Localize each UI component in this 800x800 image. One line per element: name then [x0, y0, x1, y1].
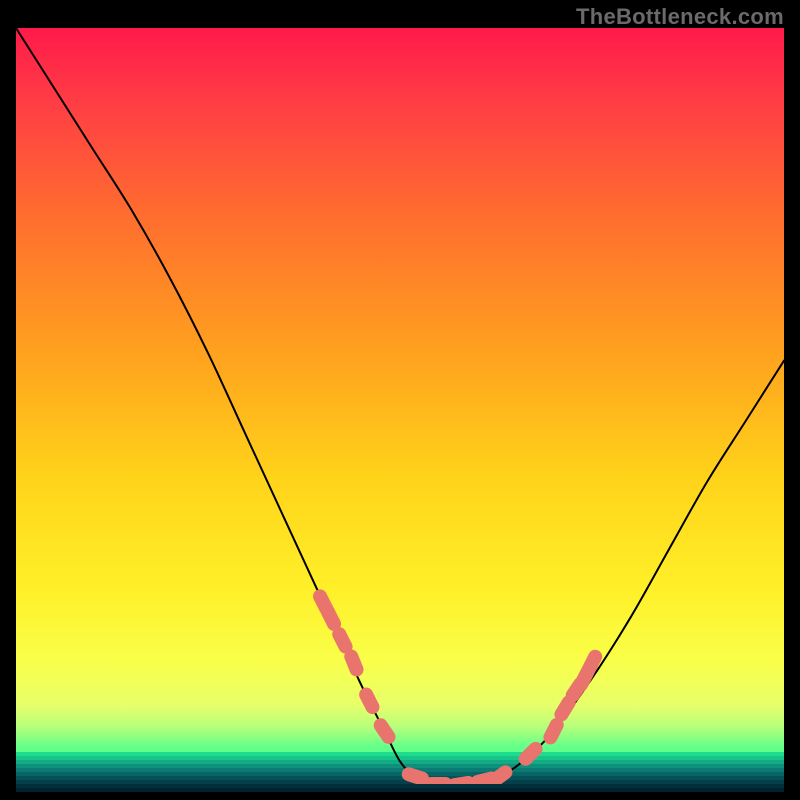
chart-frame	[16, 28, 784, 784]
gradient-background	[16, 28, 784, 748]
gradient-band	[16, 788, 784, 792]
watermark-text: TheBottleneck.com	[576, 4, 784, 30]
plot-area	[16, 28, 784, 784]
